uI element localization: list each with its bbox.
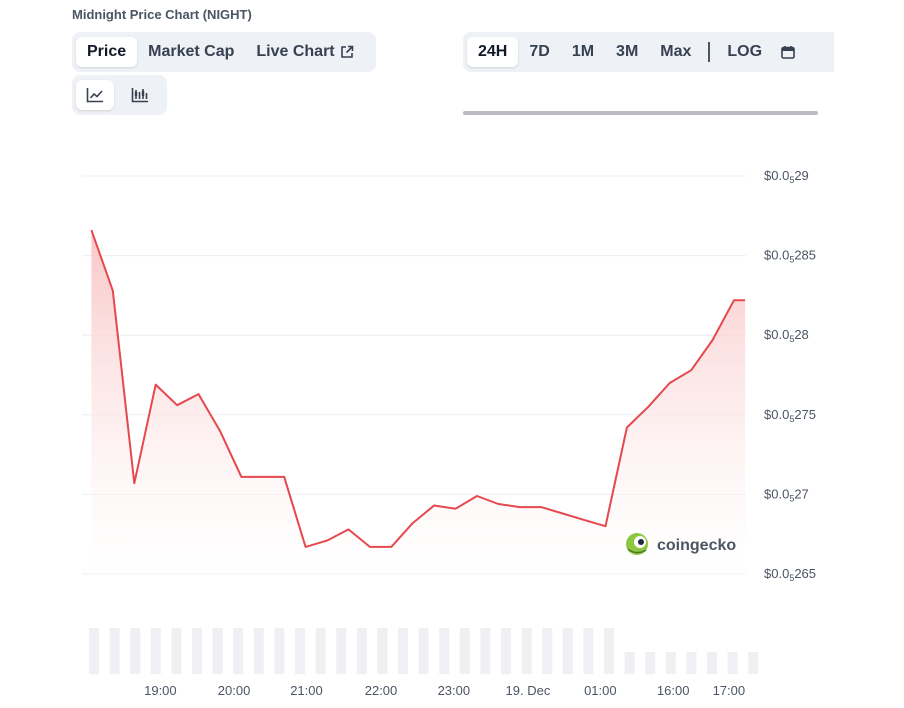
volume-bar [624, 651, 635, 674]
price-point[interactable] [454, 507, 458, 511]
x-tick-label: 23:00 [438, 683, 471, 698]
volume-bar [192, 628, 202, 674]
volume-bar [150, 628, 161, 674]
price-point[interactable] [711, 338, 715, 342]
x-tick-label: 01:00 [584, 683, 617, 698]
volume-bar [109, 628, 120, 674]
price-point[interactable] [689, 368, 693, 372]
volume-bar [707, 651, 717, 674]
y-tick-label: $0.0529 [764, 168, 809, 185]
price-point[interactable] [496, 502, 500, 506]
price-point[interactable] [603, 524, 607, 528]
price-point[interactable] [154, 383, 158, 387]
volume-bar [604, 628, 614, 674]
price-point[interactable] [732, 298, 736, 302]
price-chart: $0.0529 $0.05285 $0.0528 $0.05275 $0.0527 $0.… [82, 168, 816, 698]
volume-bar [480, 628, 491, 674]
volume-bar [295, 628, 305, 674]
volume-bar [212, 628, 223, 674]
price-area [91, 230, 746, 580]
price-point[interactable] [175, 403, 179, 407]
volume-bar [521, 628, 532, 674]
watermark-text: coingecko [657, 537, 736, 554]
volume-bar [377, 628, 388, 674]
price-point[interactable] [668, 381, 672, 385]
volume-bar [274, 628, 285, 674]
volume-bar [315, 628, 326, 674]
volume-bar [336, 628, 347, 674]
price-point[interactable] [325, 539, 329, 543]
volume-bar [418, 628, 429, 674]
volume-bar [748, 651, 759, 674]
price-point[interactable] [282, 475, 286, 479]
price-point[interactable] [625, 426, 629, 430]
price-point[interactable] [197, 392, 201, 396]
x-tick-label: 17:00 [713, 683, 746, 698]
price-point[interactable] [132, 481, 136, 485]
price-point[interactable] [389, 545, 393, 549]
x-tick-label: 21:00 [290, 683, 323, 698]
volume-bar [686, 651, 697, 674]
y-tick-label: $0.05285 [764, 248, 816, 265]
volume-bar [562, 628, 573, 674]
volume-bar [171, 628, 182, 674]
y-tick-label: $0.0527 [764, 486, 809, 503]
volume-bar [645, 651, 656, 674]
price-point[interactable] [518, 505, 522, 509]
volume-bar [130, 628, 141, 674]
price-point[interactable] [304, 545, 308, 549]
y-tick-label: $0.0528 [764, 327, 809, 344]
volume-bar [233, 628, 244, 674]
coingecko-watermark: coingecko [626, 533, 736, 555]
price-point[interactable] [646, 405, 650, 409]
x-tick-label: 16:00 [657, 683, 690, 698]
price-point[interactable] [346, 527, 350, 531]
price-point[interactable] [582, 518, 586, 522]
volume-bar [583, 628, 594, 674]
price-point[interactable] [539, 505, 543, 509]
price-point[interactable] [561, 512, 565, 516]
x-tick-label: 22:00 [365, 683, 398, 698]
price-point[interactable] [239, 475, 243, 479]
price-point[interactable] [475, 494, 479, 498]
y-tick-label: $0.05275 [764, 407, 816, 424]
x-tick-label: 19. Dec [506, 683, 551, 698]
volume-bar [459, 628, 470, 674]
price-point[interactable] [411, 521, 415, 525]
price-point[interactable] [261, 475, 265, 479]
volume-bar [665, 651, 676, 674]
price-point[interactable] [89, 228, 93, 232]
x-tick-label: 19:00 [144, 683, 177, 698]
price-point[interactable] [432, 504, 436, 508]
volume-bar [439, 628, 450, 674]
volume-bar [356, 628, 367, 674]
volume-bar [542, 628, 553, 674]
price-point[interactable] [218, 429, 222, 433]
price-point[interactable] [368, 545, 372, 549]
price-point[interactable] [111, 289, 115, 293]
volume-bar [727, 651, 738, 674]
y-tick-label: $0.05265 [764, 566, 816, 583]
x-tick-label: 20:00 [218, 683, 251, 698]
coingecko-logo-icon [626, 533, 648, 555]
volume-bar [253, 628, 264, 674]
volume-bar [89, 628, 99, 674]
volume-bar [398, 628, 408, 674]
volume-bar [501, 628, 511, 674]
